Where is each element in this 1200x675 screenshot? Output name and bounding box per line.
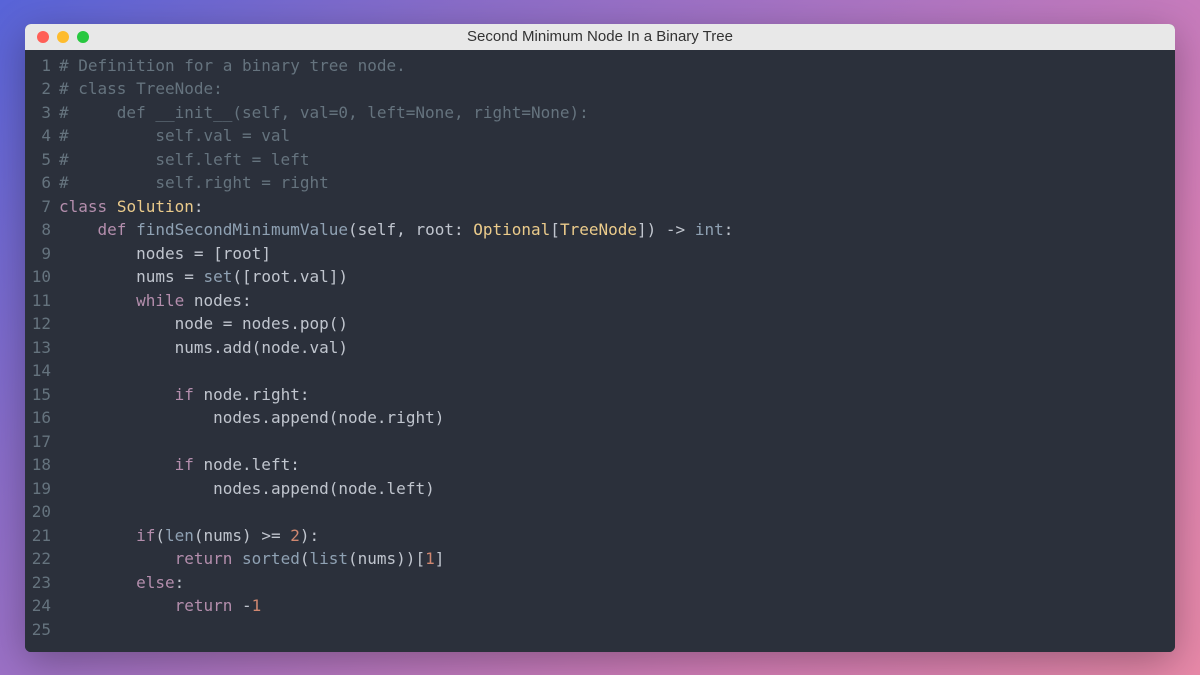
line-number: 3 (25, 101, 51, 125)
line-number: 1 (25, 54, 51, 78)
line-number: 8 (25, 218, 51, 242)
code-line[interactable]: if node.left: (59, 453, 1175, 477)
line-number: 19 (25, 477, 51, 501)
code-line[interactable]: # def __init__(self, val=0, left=None, r… (59, 101, 1175, 125)
maximize-icon[interactable] (77, 31, 89, 43)
code-line[interactable]: node = nodes.pop() (59, 312, 1175, 336)
code-line[interactable] (59, 430, 1175, 454)
code-line[interactable]: nodes.append(node.left) (59, 477, 1175, 501)
code-line[interactable]: # self.left = left (59, 148, 1175, 172)
window-title: Second Minimum Node In a Binary Tree (25, 28, 1175, 45)
line-number: 23 (25, 571, 51, 595)
code-line[interactable]: while nodes: (59, 289, 1175, 313)
line-number: 5 (25, 148, 51, 172)
close-icon[interactable] (37, 31, 49, 43)
titlebar: Second Minimum Node In a Binary Tree (25, 24, 1175, 50)
line-number: 2 (25, 77, 51, 101)
code-line[interactable] (59, 500, 1175, 524)
line-number: 21 (25, 524, 51, 548)
line-number: 10 (25, 265, 51, 289)
line-number: 13 (25, 336, 51, 360)
code-line[interactable]: if(len(nums) >= 2): (59, 524, 1175, 548)
code-line[interactable]: if node.right: (59, 383, 1175, 407)
code-line[interactable]: # class TreeNode: (59, 77, 1175, 101)
line-number: 12 (25, 312, 51, 336)
code-window: Second Minimum Node In a Binary Tree 123… (25, 24, 1175, 652)
line-number: 11 (25, 289, 51, 313)
code-line[interactable]: # self.right = right (59, 171, 1175, 195)
code-line[interactable]: nums.add(node.val) (59, 336, 1175, 360)
minimize-icon[interactable] (57, 31, 69, 43)
line-number: 17 (25, 430, 51, 454)
code-line[interactable]: return -1 (59, 594, 1175, 618)
code-line[interactable]: nodes = [root] (59, 242, 1175, 266)
code-line[interactable]: class Solution: (59, 195, 1175, 219)
code-content[interactable]: # Definition for a binary tree node.# cl… (59, 54, 1175, 652)
code-line[interactable] (59, 359, 1175, 383)
code-line[interactable]: def findSecondMinimumValue(self, root: O… (59, 218, 1175, 242)
code-line[interactable]: nodes.append(node.right) (59, 406, 1175, 430)
code-line[interactable]: # self.val = val (59, 124, 1175, 148)
line-number: 18 (25, 453, 51, 477)
line-number: 15 (25, 383, 51, 407)
line-number: 20 (25, 500, 51, 524)
traffic-lights (37, 31, 89, 43)
line-number: 25 (25, 618, 51, 642)
code-line[interactable]: return sorted(list(nums))[1] (59, 547, 1175, 571)
code-editor[interactable]: 1234567891011121314151617181920212223242… (25, 50, 1175, 652)
line-number: 7 (25, 195, 51, 219)
code-line[interactable]: # Definition for a binary tree node. (59, 54, 1175, 78)
line-number: 9 (25, 242, 51, 266)
line-number: 6 (25, 171, 51, 195)
line-number-gutter: 1234567891011121314151617181920212223242… (25, 54, 59, 652)
line-number: 22 (25, 547, 51, 571)
line-number: 4 (25, 124, 51, 148)
code-line[interactable]: nums = set([root.val]) (59, 265, 1175, 289)
line-number: 24 (25, 594, 51, 618)
line-number: 16 (25, 406, 51, 430)
line-number: 14 (25, 359, 51, 383)
code-line[interactable]: else: (59, 571, 1175, 595)
code-line[interactable] (59, 618, 1175, 642)
